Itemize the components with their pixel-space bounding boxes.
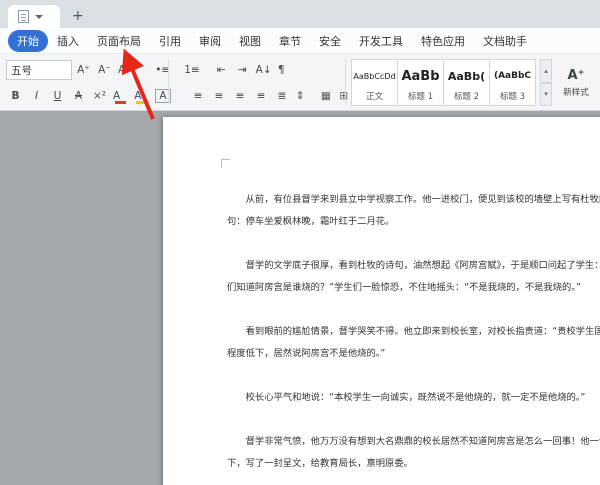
style-preview: (AaBbC <box>494 60 531 92</box>
menu-item-section[interactable]: 章节 <box>270 30 310 52</box>
menu-item-security[interactable]: 安全 <box>310 30 350 52</box>
style-heading-1[interactable]: AaBb 标题 1 <box>397 59 444 106</box>
tab-bar: + <box>0 0 600 28</box>
align-left-button[interactable]: ≡ <box>189 86 208 106</box>
superscript-button[interactable]: ×² <box>90 86 109 106</box>
style-name: 标题 3 <box>500 92 525 102</box>
ribbon-row-2: B I U A ×² A A A ≡ ≡ ≡ ≡ ≣ <box>6 85 358 107</box>
new-tab-button[interactable]: + <box>72 9 84 23</box>
highlight-swatch <box>136 101 147 104</box>
ribbon-separator <box>168 60 169 104</box>
gallery-scroll-down-button[interactable]: ▾ <box>540 83 552 107</box>
font-size-select[interactable]: 五号 <box>6 60 72 80</box>
highlight-button[interactable]: A <box>132 86 151 106</box>
distribute-button[interactable]: ≣ <box>273 86 292 106</box>
menu-item-special-apps[interactable]: 特色应用 <box>412 30 474 52</box>
align-center-button[interactable]: ≡ <box>210 86 229 106</box>
font-color-button[interactable]: A <box>111 86 130 106</box>
borders-icon: ⊞ <box>339 90 348 102</box>
style-name: 正文 <box>366 92 383 102</box>
margin-crop-mark <box>221 159 230 168</box>
style-normal[interactable]: AaBbCcDd 正文 <box>351 59 398 106</box>
paragraph[interactable]: 校长心平气和地说：“本校学生一向诚实，既然说不是他烧的，就一定不是他烧的。” <box>227 387 600 409</box>
ribbon-row-1: 五号 A⁺ A⁻ A •≡ 1≡ ⇤ ⇥ A↓ ¶ <box>6 59 295 81</box>
menu-item-home[interactable]: 开始 <box>8 30 48 52</box>
document-icon <box>18 10 29 23</box>
style-name: 标题 2 <box>454 92 479 102</box>
text-effects-button[interactable]: A <box>116 60 135 80</box>
menu-item-dev-tools[interactable]: 开发工具 <box>350 30 412 52</box>
strikethrough-button[interactable]: A <box>69 86 88 106</box>
grow-font-button[interactable]: A⁺ <box>74 60 93 80</box>
font-size-value: 五号 <box>11 63 32 78</box>
bullets-button[interactable]: •≡ <box>153 60 180 80</box>
menu-item-doc-assistant[interactable]: 文档助手 <box>474 30 536 52</box>
shading-button[interactable]: ▦ <box>316 86 335 106</box>
decrease-indent-button[interactable]: ⇤ <box>212 60 231 80</box>
justify-button[interactable]: ≡ <box>252 86 271 106</box>
menu-item-references[interactable]: 引用 <box>150 30 190 52</box>
shrink-font-button[interactable]: A⁻ <box>95 60 114 80</box>
gallery-scroll-up-button[interactable]: ▴ <box>540 59 552 83</box>
italic-button[interactable]: I <box>27 86 46 106</box>
styles-gallery-scroll: ▴ ▾ <box>540 59 552 106</box>
menu-item-insert[interactable]: 插入 <box>48 30 88 52</box>
line-spacing-button[interactable]: ⇕ <box>294 86 315 106</box>
styles-gallery: AaBbCcDd 正文 AaBb 标题 1 AaBb( 标题 2 (AaBbC … <box>352 59 536 106</box>
sort-button[interactable]: A↓ <box>254 60 274 80</box>
numbering-button[interactable]: 1≡ <box>182 60 209 80</box>
numbering-icon: 1≡ <box>184 64 199 76</box>
increase-indent-button[interactable]: ⇥ <box>233 60 252 80</box>
style-heading-2[interactable]: AaBb( 标题 2 <box>443 59 490 106</box>
font-color-swatch <box>115 101 126 104</box>
paragraph[interactable]: 看到眼前的尴尬情景，督学哭笑不得。他立即来到校长室，对校长指责道：“贵校学生国文… <box>227 321 600 365</box>
underline-button[interactable]: U <box>48 86 67 106</box>
align-right-button[interactable]: ≡ <box>231 86 250 106</box>
new-style-label: 新样式 <box>563 86 589 98</box>
text-effects-icon: A <box>118 64 125 76</box>
document-body: 从前，有位县督学来到县立中学视察工作。他一进校门，便见到该校的墙壁上写有杜牧的诗… <box>227 189 600 475</box>
style-preview: AaBbCcDd <box>353 60 395 92</box>
menu-item-page-layout[interactable]: 页面布局 <box>88 30 150 52</box>
ribbon: 五号 A⁺ A⁻ A •≡ 1≡ ⇤ ⇥ A↓ ¶ <box>0 54 600 111</box>
line-spacing-icon: ⇕ <box>296 90 305 102</box>
pilcrow-icon: ¶ <box>278 64 285 76</box>
wps-writer-window: + 开始 插入 页面布局 引用 审阅 视图 章节 安全 开发工具 特色应用 文档… <box>0 0 600 485</box>
style-heading-3[interactable]: (AaBbC 标题 3 <box>489 59 536 106</box>
ribbon-separator <box>345 60 346 104</box>
new-style-icon: A⁺ <box>568 68 585 83</box>
bold-button[interactable]: B <box>6 86 25 106</box>
document-workspace[interactable]: 从前，有位县督学来到县立中学视察工作。他一进校门，便见到该校的墙壁上写有杜牧的诗… <box>0 111 600 485</box>
paragraph[interactable]: 督学的文学底子很厚，看到杜牧的诗句，油然想起《阿房宫赋》，于是顺口问起了学生：“… <box>227 255 600 299</box>
menu-item-review[interactable]: 审阅 <box>190 30 230 52</box>
style-preview: AaBb <box>401 60 439 92</box>
paragraph[interactable]: 从前，有位县督学来到县立中学视察工作。他一进校门，便见到该校的墙壁上写有杜牧的诗… <box>227 189 600 233</box>
document-page[interactable]: 从前，有位县督学来到县立中学视察工作。他一进校门，便见到该校的墙壁上写有杜牧的诗… <box>163 117 600 485</box>
style-name: 标题 1 <box>408 92 433 102</box>
document-tab[interactable] <box>8 5 60 28</box>
new-style-button[interactable]: A⁺ 新样式 <box>556 59 596 106</box>
char-border-button[interactable]: A <box>153 86 172 106</box>
chevron-down-icon[interactable] <box>35 15 43 19</box>
menu-bar: 开始 插入 页面布局 引用 审阅 视图 章节 安全 开发工具 特色应用 文档助手 <box>0 28 600 54</box>
paragraph[interactable]: 督学非常气愤，他万万没有想到大名鼎鼎的校长居然不知道阿房宫是怎么一回事！他一气之… <box>227 431 600 475</box>
show-marks-button[interactable]: ¶ <box>276 60 295 80</box>
menu-item-view[interactable]: 视图 <box>230 30 270 52</box>
style-preview: AaBb( <box>448 60 485 92</box>
